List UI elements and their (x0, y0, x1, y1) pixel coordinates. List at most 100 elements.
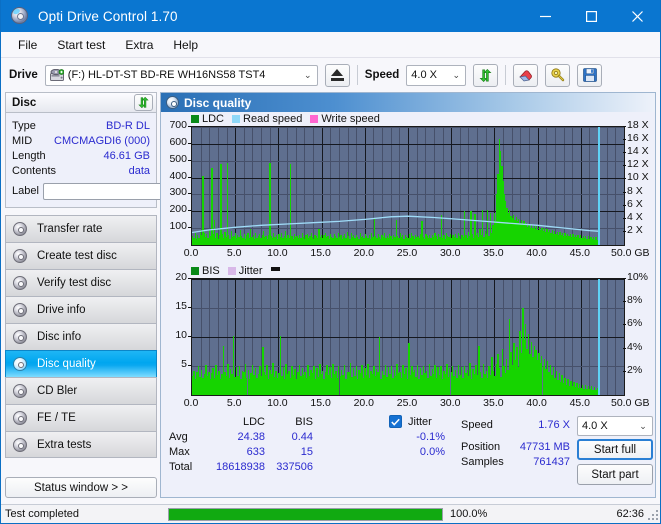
stats-row-avg-label: Avg (169, 431, 188, 443)
content-area: Disc Type BD-R DL MID CMCMAGDI6 (000) Le… (1, 92, 660, 498)
eject-button[interactable] (324, 63, 350, 87)
sidebar-item-label: Extra tests (37, 438, 92, 451)
drive-select-value: (F:) HL-DT-ST BD-RE WH16NS58 TST4 (67, 69, 266, 81)
status-window-button[interactable]: Status window > > (5, 477, 157, 498)
stats-header-bis: BIS (295, 416, 313, 428)
sidebar-item-disc-quality[interactable]: Disc quality (5, 350, 157, 377)
status-text: Test completed (5, 508, 79, 520)
x-axis-tick: 30.0 (439, 397, 461, 409)
speed-select[interactable]: 4.0 X ⌄ (406, 64, 467, 86)
stats-total-bis: 337506 (276, 461, 313, 473)
disc-icon (13, 276, 33, 290)
close-icon[interactable] (614, 0, 660, 32)
menu-item-start-test[interactable]: Start test (48, 35, 114, 55)
disc-refresh-button[interactable] (134, 94, 153, 111)
minimize-icon[interactable] (522, 0, 568, 32)
disc-length-label: Length (12, 149, 46, 162)
x-axis-tick: 25.0 (396, 397, 418, 409)
sidebar-item-create-test-disc[interactable]: Create test disc (5, 242, 157, 269)
y2-axis-tick: 4 X (627, 210, 643, 223)
disc-panel-title: Disc (12, 96, 37, 109)
chevron-down-icon[interactable]: ⌄ (301, 70, 315, 81)
sidebar-item-transfer-rate[interactable]: Transfer rate (5, 215, 157, 242)
y-axis-tick: 15 (175, 300, 187, 312)
y-axis-tick: 200 (169, 203, 187, 216)
drive-toolbar: Drive (F:) HL-DT-ST BD-RE WH16NS58 TST4 … (1, 58, 660, 92)
refresh-button[interactable] (473, 63, 499, 87)
start-full-button[interactable]: Start full (577, 439, 653, 460)
bis-plot-area[interactable] (191, 278, 625, 396)
stats-avg-ldc: 24.38 (237, 431, 265, 443)
jitter-checkbox[interactable] (389, 415, 402, 428)
x-axis-tick: 35.0 (483, 247, 504, 259)
sidebar-item-label: Verify test disc (37, 277, 112, 289)
ldc-chart: LDC Read speed Write speed 100 200 300 400 5… (161, 112, 655, 264)
save-icon (582, 68, 597, 82)
left-column: Disc Type BD-R DL MID CMCMAGDI6 (000) Le… (5, 92, 246, 498)
test-speed-value: 4.0 X (582, 420, 608, 432)
sidebar-item-disc-info[interactable]: Disc info (5, 323, 157, 350)
resize-grip-icon[interactable] (647, 509, 659, 521)
y-axis-tick: 100 (169, 220, 187, 233)
progress-bar (168, 507, 443, 521)
menu-item-help[interactable]: Help (164, 35, 207, 55)
refresh-icon (479, 68, 492, 82)
start-part-button[interactable]: Start part (577, 464, 653, 485)
legend-label: Read speed (243, 113, 303, 125)
erase-button[interactable] (513, 63, 539, 87)
y-axis-tick: 600 (169, 135, 187, 148)
disc-icon (166, 96, 179, 109)
disc-icon (13, 330, 33, 344)
y2-axis-tick: 8 X (627, 184, 643, 197)
elapsed-time: 62:36 (616, 508, 644, 520)
x-axis-tick: 35.0 (483, 397, 504, 409)
disc-mid-value[interactable]: CMCMAGDI6 (000) (54, 135, 150, 147)
ldc-plot-area[interactable] (191, 126, 625, 246)
sidebar-item-cd-bler[interactable]: CD Bler (5, 377, 157, 404)
samples-stat-value: 761437 (533, 456, 570, 468)
save-button[interactable] (577, 63, 603, 87)
chevron-down-icon[interactable]: ⌄ (636, 421, 650, 432)
drive-select[interactable]: (F:) HL-DT-ST BD-RE WH16NS58 TST4 ⌄ (44, 64, 318, 86)
panel-title: Disc quality (184, 95, 252, 110)
y2-axis-tick: 10 X (627, 171, 649, 184)
eject-icon (330, 69, 344, 81)
y-axis-tick: 700 (169, 119, 187, 131)
sidebar-item-label: Transfer rate (37, 223, 103, 235)
legend-label: Write speed (321, 113, 380, 125)
menu-item-file[interactable]: File (9, 35, 46, 55)
sidebar-item-fe-te[interactable]: FE / TE (5, 404, 157, 431)
sidebar-item-extra-tests[interactable]: Extra tests (5, 431, 157, 458)
x-axis-tick: 30.0 (439, 247, 461, 259)
legend-item-bis: BIS (191, 265, 220, 277)
sidebar-item-drive-info[interactable]: Drive info (5, 296, 157, 323)
disc-panel-header: Disc (5, 92, 157, 113)
x-axis-tick: 10.0 (267, 247, 288, 259)
jitter-label: Jitter (408, 416, 432, 428)
x-axis-tick: 20.0 (353, 397, 375, 409)
menu-item-extra[interactable]: Extra (116, 35, 162, 55)
maximize-icon[interactable] (568, 0, 614, 32)
sidebar-item-label: CD Bler (37, 385, 78, 397)
y2-axis-tick: 18 X (627, 119, 649, 131)
test-speed-select[interactable]: 4.0 X ⌄ (577, 416, 653, 436)
disc-info-panel: Type BD-R DL MID CMCMAGDI6 (000) Length … (5, 113, 246, 208)
chevron-down-icon[interactable]: ⌄ (449, 70, 463, 81)
settings-button[interactable] (545, 63, 571, 87)
x-axis-tick: 20.0 (353, 247, 375, 259)
x-axis-tick: 5.0 (226, 397, 242, 409)
sidebar-item-verify-test-disc[interactable]: Verify test disc (5, 269, 157, 296)
disc-contents-label: Contents (12, 164, 57, 177)
y2-axis-tick: 6% (627, 317, 643, 330)
y2-axis-tick: 6 X (627, 197, 643, 210)
disc-row-mid: MID CMCMAGDI6 (000) (12, 133, 150, 148)
y-axis-tick: 10 (175, 329, 187, 341)
legend-item-ldc: LDC (191, 113, 224, 125)
x-axis-tick: 40.0 (526, 247, 547, 259)
x-axis-tick: 40.0 (526, 397, 547, 409)
sidebar-item-label: FE / TE (37, 412, 76, 424)
disc-icon (13, 411, 33, 425)
disc-icon (13, 249, 33, 263)
y2-axis-tick: 8% (627, 294, 643, 307)
y-axis-tick: 20 (175, 271, 187, 283)
